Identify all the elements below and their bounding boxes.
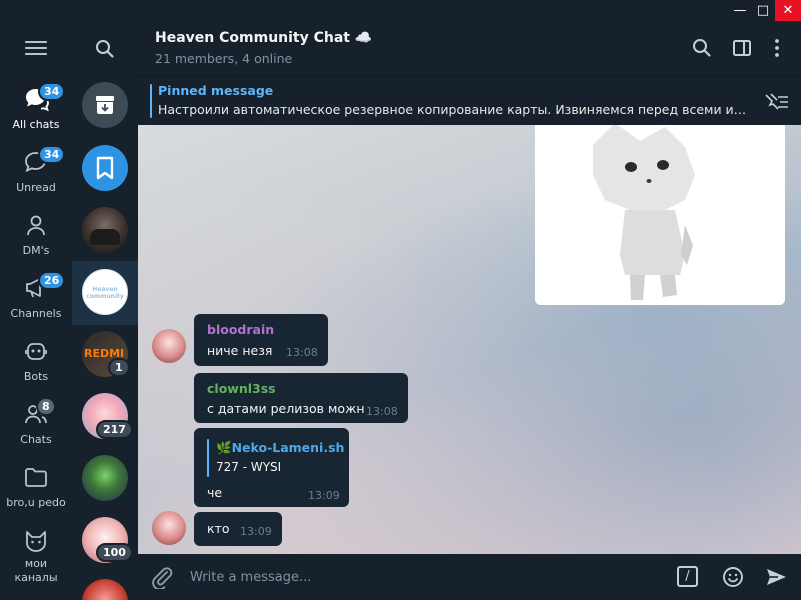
folder-my-channels[interactable]: мои каналы xyxy=(0,524,72,587)
sticker-image[interactable] xyxy=(535,125,785,305)
search-icon[interactable] xyxy=(93,37,117,61)
minimize-button[interactable]: — xyxy=(729,0,751,21)
folder-badge: 34 xyxy=(38,82,66,101)
chat-title: Heaven Community Chat ☁️ xyxy=(155,30,373,46)
reply-author: 🌿Neko-Lameni.sh xyxy=(216,440,345,455)
message-input[interactable] xyxy=(190,564,660,590)
message-time: 13:08 xyxy=(286,346,318,359)
message-author[interactable]: bloodrain xyxy=(207,322,274,337)
chat-list: Heaven community REDMI 1 217 100 xyxy=(72,21,138,600)
message-text: кто xyxy=(207,521,230,536)
reply-quote[interactable]: 🌿Neko-Lameni.sh 727 - WYSI xyxy=(207,439,347,477)
paperclip-icon[interactable] xyxy=(150,565,174,589)
menu-icon[interactable] xyxy=(25,41,47,57)
send-icon[interactable] xyxy=(764,565,788,589)
message-text: че xyxy=(207,485,223,500)
saved-messages-avatar[interactable] xyxy=(82,145,128,191)
message-text: ниче незя xyxy=(207,343,273,358)
unread-badge: 100 xyxy=(96,543,133,562)
close-window-button[interactable]: ✕ xyxy=(775,0,801,21)
person-icon xyxy=(27,215,45,236)
folder-chats[interactable]: 8 Chats xyxy=(0,397,72,460)
user-avatar-bloodrain[interactable] xyxy=(152,511,186,545)
message-author[interactable]: clownl3ss xyxy=(207,381,276,396)
folder-badge: 26 xyxy=(38,271,66,290)
pinned-message-bar[interactable]: Pinned message Настроили автоматическое … xyxy=(138,75,801,125)
chat-messages-area[interactable]: bloodrain ниче незя 13:08 clownl3ss с да… xyxy=(138,125,801,554)
unread-badge: 217 xyxy=(96,420,133,439)
more-options-icon[interactable] xyxy=(765,36,789,60)
unpin-icon[interactable] xyxy=(761,89,791,113)
bookmark-icon xyxy=(96,156,114,180)
folder-label: Channels xyxy=(10,307,62,320)
pinned-text: Настроили автоматическое резервное копир… xyxy=(158,102,748,117)
telegram-window: — □ ✕ 34 All chats 34 Unread DM's 26 Cha… xyxy=(0,0,801,600)
folder-unread[interactable]: 34 Unread xyxy=(0,145,72,208)
message-bubble[interactable]: кто 13:09 xyxy=(194,512,282,546)
message-composer: / xyxy=(138,554,801,600)
bot-icon xyxy=(25,343,47,360)
archive-avatar[interactable] xyxy=(82,82,128,128)
folder-label: bro,u pedo xyxy=(6,496,66,509)
chat-header[interactable]: Heaven Community Chat ☁️ 21 members, 4 o… xyxy=(138,21,801,75)
search-icon[interactable] xyxy=(690,36,714,60)
folder-label: Unread xyxy=(16,181,56,194)
folder-badge: 34 xyxy=(38,145,66,164)
maximize-button[interactable]: □ xyxy=(752,0,774,21)
message-text: с датами релизов можн xyxy=(207,401,365,416)
chat-avatar-partial[interactable] xyxy=(82,579,128,600)
user-avatar-bloodrain[interactable] xyxy=(152,329,186,363)
chat-avatar-minecraft[interactable] xyxy=(82,455,128,501)
folder-icon xyxy=(25,468,47,487)
message-bubble[interactable]: clownl3ss с датами релизов можн 13:08 xyxy=(194,373,408,423)
pinned-title: Pinned message xyxy=(158,83,274,98)
reply-text: 727 - WYSI xyxy=(216,460,282,474)
folder-channels[interactable]: 26 Channels xyxy=(0,271,72,334)
folder-all-chats[interactable]: 34 All chats xyxy=(0,82,72,145)
folder-label: DM's xyxy=(22,244,50,257)
bot-commands-button[interactable]: / xyxy=(677,566,698,587)
message-time: 13:09 xyxy=(308,489,340,502)
folder-badge: 8 xyxy=(36,397,56,416)
message-time: 13:09 xyxy=(240,525,272,538)
chat-avatar-heaven-community[interactable]: Heaven community xyxy=(82,269,128,315)
folder-label: Bots xyxy=(23,370,49,383)
archive-icon xyxy=(96,96,114,114)
folder-bots[interactable]: Bots xyxy=(0,334,72,397)
folder-dms[interactable]: DM's xyxy=(0,208,72,271)
message-bubble[interactable]: 🌿Neko-Lameni.sh 727 - WYSI че 13:09 xyxy=(194,428,349,507)
message-bubble[interactable]: bloodrain ниче незя 13:08 xyxy=(194,314,328,366)
unread-badge: 1 xyxy=(108,358,130,377)
folder-label: All chats xyxy=(12,118,60,131)
face-mask-shape xyxy=(90,229,120,245)
pinned-accent-bar xyxy=(150,84,152,118)
emoji-icon[interactable] xyxy=(721,565,745,589)
chat-avatar-person[interactable] xyxy=(82,207,128,253)
folder-bro-u-pedo[interactable]: bro,u pedo xyxy=(0,460,72,523)
folders-sidebar: 34 All chats 34 Unread DM's 26 Channels … xyxy=(0,21,72,600)
cat-icon xyxy=(26,531,46,552)
sidebar-toggle-icon[interactable] xyxy=(730,36,754,60)
sticker-creature-image xyxy=(535,125,785,305)
message-time: 13:08 xyxy=(366,405,398,418)
chat-member-count: 21 members, 4 online xyxy=(155,51,293,66)
window-titlebar: — □ ✕ xyxy=(0,0,801,21)
reply-accent-bar xyxy=(207,439,209,477)
folder-label: Chats xyxy=(20,433,52,446)
folder-label: мои каналы xyxy=(14,557,58,584)
avatar-logo-text: Heaven community xyxy=(86,286,124,300)
